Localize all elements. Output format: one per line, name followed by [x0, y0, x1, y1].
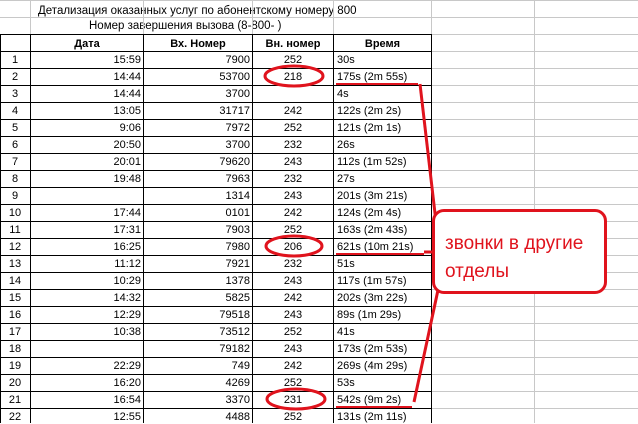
annotation-text: звонки в другие отделы — [445, 233, 584, 282]
arrow-line-bottom — [412, 289, 440, 403]
highlight-ellipse-206 — [264, 234, 324, 258]
arrow-line-top — [418, 83, 438, 223]
highlight-ellipse-231 — [265, 387, 327, 411]
highlight-ellipse-218 — [263, 64, 325, 88]
